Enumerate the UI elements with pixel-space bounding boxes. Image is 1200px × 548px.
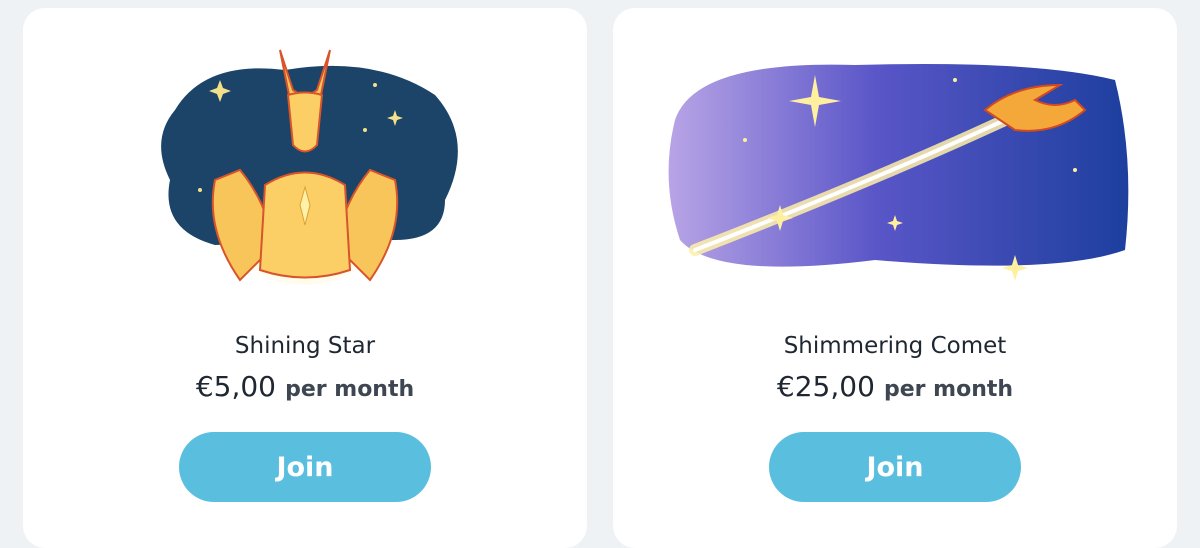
tier-name: Shimmering Comet (783, 333, 1007, 359)
price-period: per month (285, 377, 415, 402)
join-button[interactable]: Join (179, 432, 431, 502)
join-button[interactable]: Join (769, 432, 1021, 502)
tier-card-shimmering-comet: Shimmering Comet €25,00 per month Join (613, 8, 1177, 548)
comet-dragon-illustration (668, 64, 1129, 281)
price-row: €25,00 per month (613, 370, 1177, 403)
dragon-star-illustration (161, 49, 458, 285)
tier-price: €5,00 (195, 370, 276, 403)
tier-name: Shining Star (234, 333, 376, 359)
tier-price: €25,00 (776, 370, 875, 403)
tier-card-shining-star: Shining Star €5,00 per month Join (23, 8, 587, 548)
price-row: €5,00 per month (23, 370, 587, 403)
price-period: per month (884, 377, 1014, 402)
